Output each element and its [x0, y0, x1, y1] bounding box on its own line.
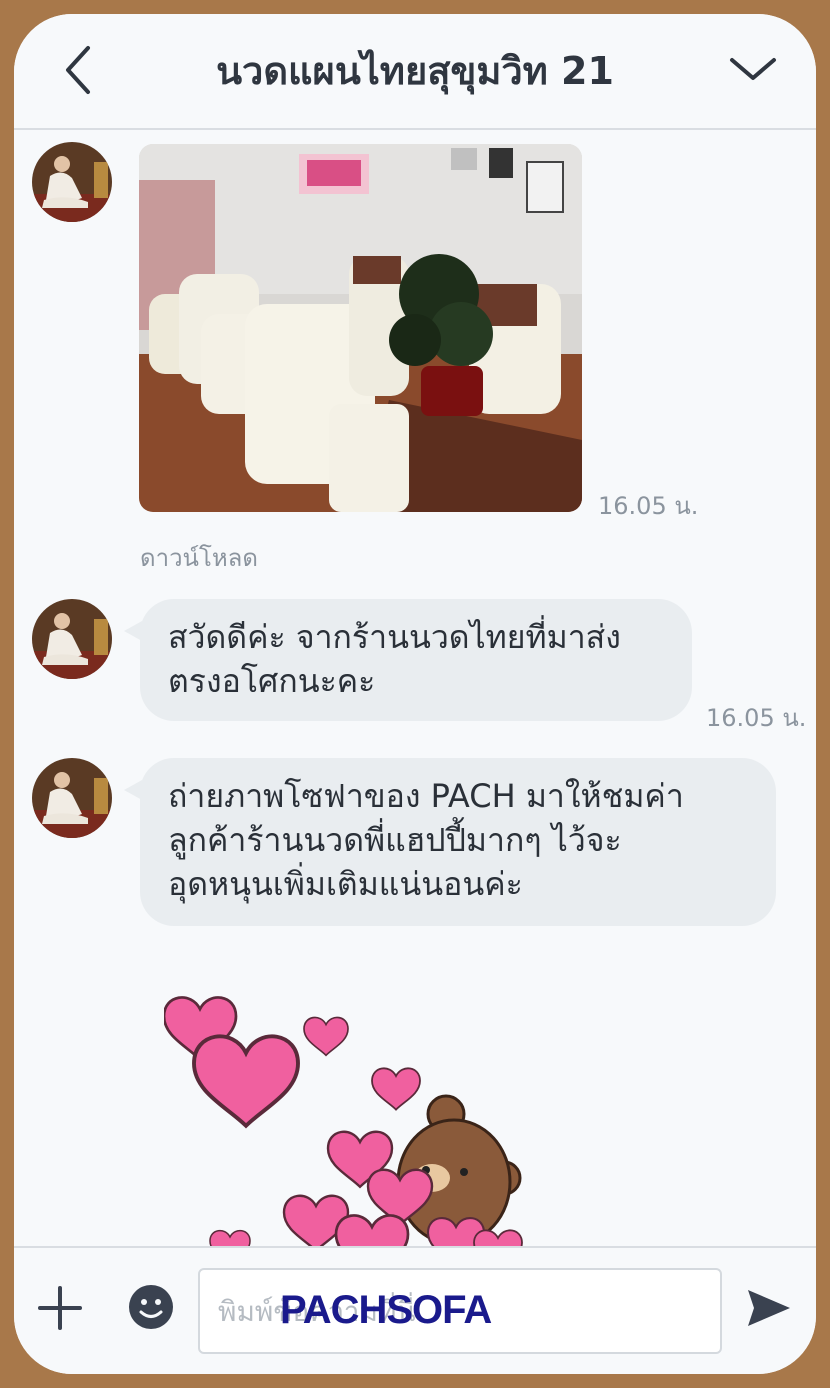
message-time: 16.05 น. — [598, 492, 699, 520]
bubble-tail — [124, 780, 142, 800]
back-arrow-icon[interactable] — [58, 42, 98, 98]
message-bubble[interactable]: ถ่ายภาพโซฟาของ PACH มาให้ชมค่า ลูกค้าร้า… — [124, 758, 776, 926]
download-link[interactable]: ดาวน์โหลด — [140, 538, 258, 577]
emoji-icon[interactable] — [128, 1284, 174, 1330]
sender-avatar[interactable] — [32, 758, 112, 838]
chat-screen: นวดแผนไทยสุขุมวิท 21 16.05 น. ดาวน์โหลด … — [14, 14, 816, 1374]
chat-header: นวดแผนไทยสุขุมวิท 21 — [14, 14, 816, 130]
message-input-bar — [14, 1246, 816, 1374]
hearts-bear-sticker[interactable] — [164, 982, 544, 1250]
sender-avatar[interactable] — [32, 142, 112, 222]
chevron-down-icon[interactable] — [728, 48, 778, 88]
chat-title: นวดแผนไทยสุขุมวิท 21 — [216, 49, 614, 93]
plus-icon[interactable] — [36, 1284, 84, 1332]
message-text: ถ่ายภาพโซฟาของ PACH มาให้ชมค่า — [168, 777, 684, 815]
message-text: ลูกค้าร้านนวดพี่แฮปปี้มากๆ ไว้จะ — [168, 821, 622, 859]
message-bubble[interactable]: สวัดดีค่ะ จากร้านนวดไทยที่มาส่ง ตรงอโศกน… — [124, 599, 692, 721]
send-icon[interactable] — [744, 1286, 792, 1330]
message-text: อุดหนุนเพิ่มเติมแน่นอนค่ะ — [168, 865, 523, 903]
message-input[interactable] — [198, 1268, 722, 1354]
sender-avatar[interactable] — [32, 599, 112, 679]
shared-photo[interactable] — [139, 144, 582, 512]
message-text: สวัดดีค่ะ จากร้านนวดไทยที่มาส่ง — [168, 618, 621, 656]
message-text: ตรงอโศกนะคะ — [168, 662, 376, 700]
message-time: 16.05 น. — [706, 704, 807, 732]
bubble-tail — [124, 621, 142, 641]
